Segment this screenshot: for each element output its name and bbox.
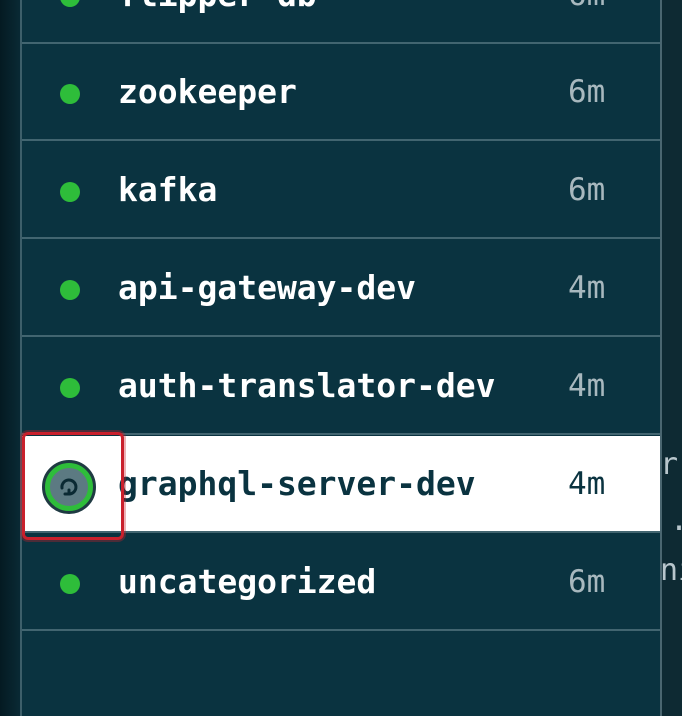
resource-name: api-gateway-dev (118, 268, 417, 307)
resource-name: flipper-db (118, 0, 317, 15)
left-window-edge (0, 0, 22, 716)
status-dot-icon (60, 84, 80, 104)
resource-age: 6m (568, 0, 605, 15)
status-dot-icon (60, 574, 80, 594)
resource-age: 6m (568, 564, 606, 600)
background-text-fragment: ni (660, 553, 682, 588)
background-window-edge (660, 0, 682, 716)
status-dot-icon (60, 280, 80, 300)
resource-name: uncategorized (118, 562, 377, 601)
resource-row-api-gateway-dev[interactable]: api-gateway-dev 4m (22, 240, 660, 337)
resource-row-kafka[interactable]: kafka 6m (22, 142, 660, 239)
resource-name: zookeeper (118, 72, 297, 111)
focus-highlight-box (22, 432, 124, 540)
status-dot-icon (60, 378, 80, 398)
resource-age: 4m (568, 368, 606, 404)
resource-age: 4m (568, 270, 606, 306)
resource-name: auth-translator-dev (118, 366, 496, 405)
status-dot-icon (60, 0, 80, 7)
resource-name: kafka (118, 170, 218, 209)
resource-row-zookeeper[interactable]: zookeeper 6m (22, 44, 660, 141)
background-text-fragment: . (670, 506, 682, 536)
resource-age: 6m (568, 172, 606, 208)
status-dot-icon (60, 182, 80, 202)
resource-list-panel: flipper-db 6m zookeeper 6m kafka 6m api-… (20, 0, 660, 716)
resource-row-auth-translator-dev[interactable]: auth-translator-dev 4m (22, 338, 660, 435)
resource-name: graphql-server-dev (118, 464, 476, 503)
resource-row-flipper-db[interactable]: flipper-db 6m (22, 0, 660, 44)
background-text-fragment: r (660, 447, 679, 482)
resource-age: 6m (568, 74, 606, 110)
resource-age: 4m (568, 466, 606, 502)
resource-row-uncategorized[interactable]: uncategorized 6m (22, 534, 660, 631)
